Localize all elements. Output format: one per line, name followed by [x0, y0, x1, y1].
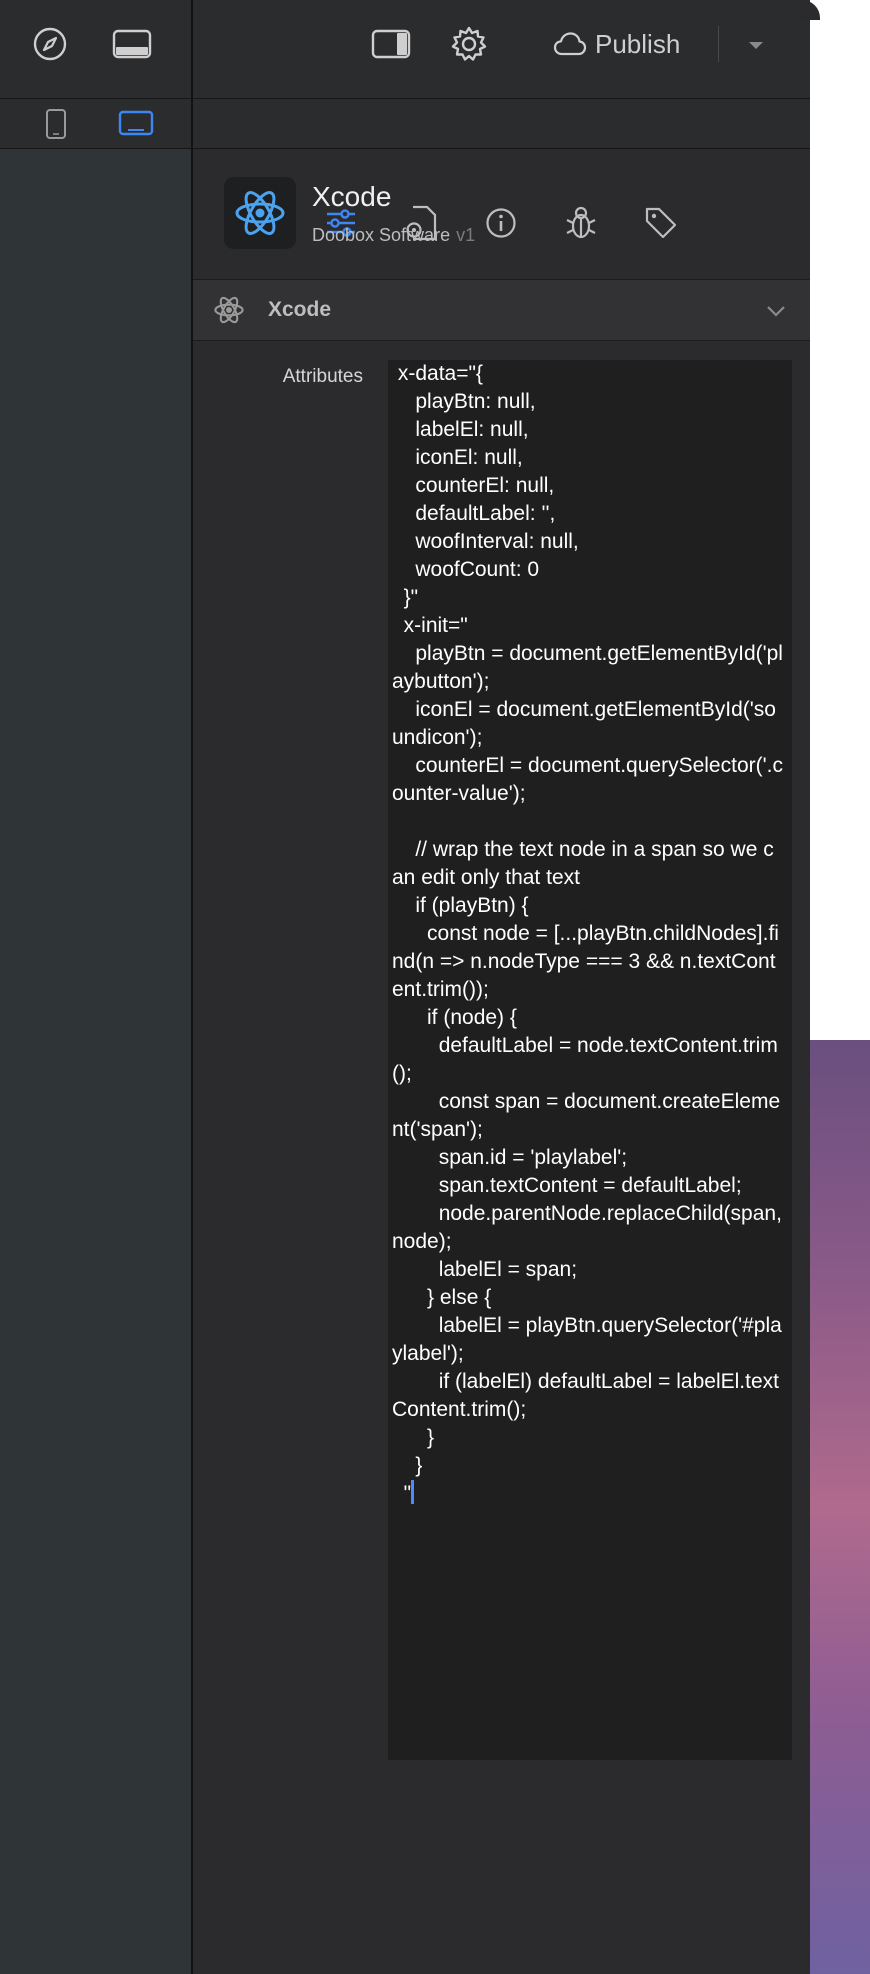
attributes-code-editor[interactable]: x-data="{ playBtn: null, labelEl: null, … — [388, 360, 792, 1760]
device-tabs — [0, 99, 191, 149]
app-title: Xcode — [312, 181, 392, 212]
desktop-background — [810, 0, 870, 1040]
laptop-icon[interactable] — [118, 106, 154, 142]
publish-button[interactable]: Publish — [553, 24, 680, 64]
inspector-toolbar: Publish — [193, 0, 810, 99]
vendor-name: Doobox Software — [312, 225, 451, 245]
right-panel-icon[interactable] — [369, 26, 413, 62]
publish-label: Publish — [595, 28, 681, 59]
app-version: v1 — [456, 225, 476, 245]
section-chevron-icon[interactable] — [765, 300, 787, 322]
section-header[interactable]: Xcode — [193, 280, 810, 341]
app-header: Xcode Doobox Software v1 — [193, 149, 810, 280]
cloud-icon — [553, 32, 587, 56]
inspector-tabs — [193, 99, 810, 241]
attributes-code: x-data="{ playBtn: null, labelEl: null, … — [392, 362, 783, 1505]
chevron-down-icon[interactable] — [741, 30, 771, 60]
section-title: Xcode — [268, 298, 332, 321]
atom-icon — [224, 177, 296, 249]
text-caret — [411, 1480, 415, 1504]
bottom-panel-icon[interactable] — [110, 24, 154, 64]
inspector-panel: Publish Xcode Doobox Software v1 Xcode A… — [193, 0, 810, 1974]
atom-small-icon — [213, 294, 245, 326]
compass-icon[interactable] — [30, 24, 70, 64]
gear-icon[interactable] — [449, 24, 489, 64]
desktop-wallpaper — [810, 1040, 870, 1974]
app-vendor: Doobox Software v1 — [312, 225, 475, 246]
left-toolbar — [0, 0, 191, 99]
attributes-label: Attributes — [282, 366, 363, 387]
phone-icon[interactable] — [42, 106, 70, 142]
toolbar-separator — [718, 26, 719, 62]
left-sidebar — [0, 0, 191, 1974]
